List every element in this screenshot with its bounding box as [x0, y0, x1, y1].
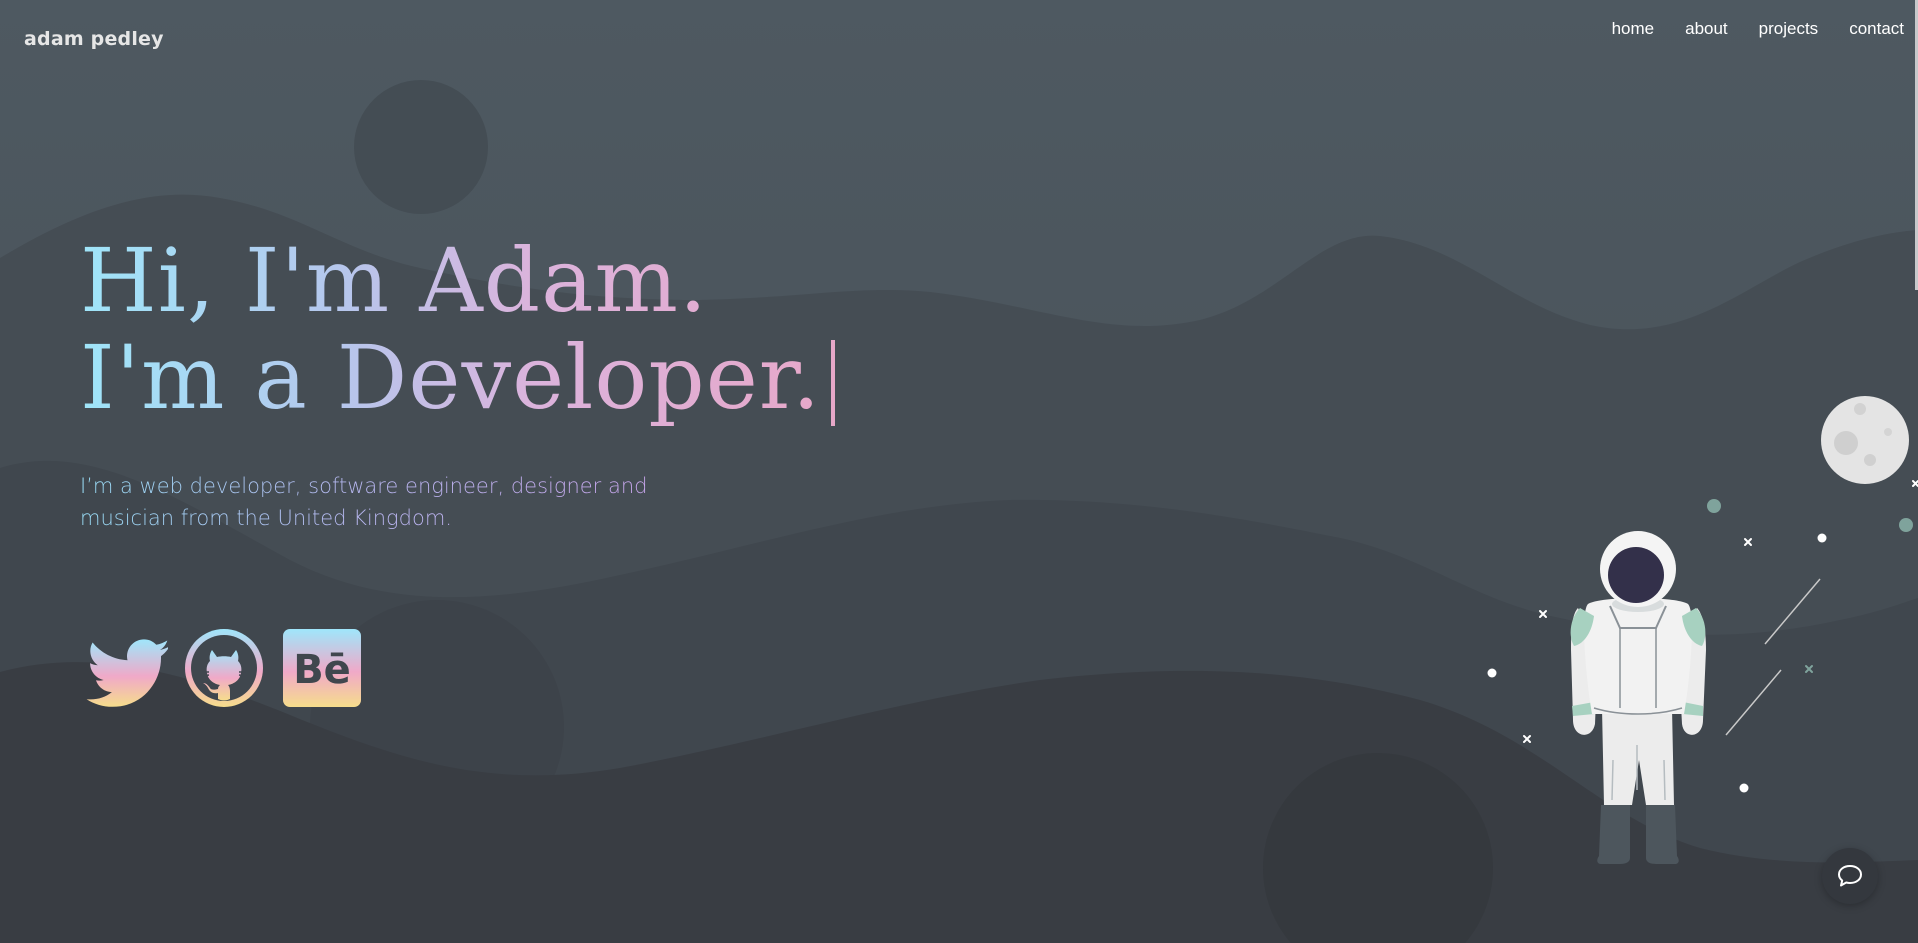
- github-link[interactable]: [182, 626, 266, 710]
- distant-planet: [354, 80, 488, 214]
- behance-glyph: Bē: [293, 647, 351, 693]
- chat-button[interactable]: [1822, 848, 1878, 904]
- hero-typed-line: I'm a Developer.: [80, 326, 836, 429]
- social-links: Bē: [84, 626, 364, 710]
- page: adam pedley home about projects contact …: [0, 0, 1918, 943]
- nav-item-projects[interactable]: projects: [1759, 19, 1819, 39]
- hero-heading: Hi, I'm Adam. I'm a Developer.: [80, 229, 836, 429]
- twitter-link[interactable]: [84, 626, 168, 710]
- site-logo[interactable]: adam pedley: [24, 28, 164, 50]
- hero-bio: I’m a web developer, software engineer, …: [80, 470, 680, 534]
- behance-link[interactable]: Bē: [280, 626, 364, 710]
- chat-bubble-icon: [1838, 865, 1862, 887]
- behance-icon: Bē: [283, 629, 361, 707]
- hero-role-text: I'm a Developer.: [80, 326, 822, 429]
- nav-item-about[interactable]: about: [1685, 19, 1728, 39]
- nav-item-contact[interactable]: contact: [1849, 19, 1904, 39]
- nav-item-home[interactable]: home: [1612, 19, 1655, 39]
- moon: [1821, 396, 1909, 484]
- twitter-bird-icon: [86, 639, 168, 707]
- main-nav: home about projects contact: [1612, 19, 1904, 39]
- github-octocat-icon: [185, 629, 263, 707]
- hero-greeting: Hi, I'm Adam.: [80, 229, 708, 332]
- typing-caret: [831, 340, 836, 426]
